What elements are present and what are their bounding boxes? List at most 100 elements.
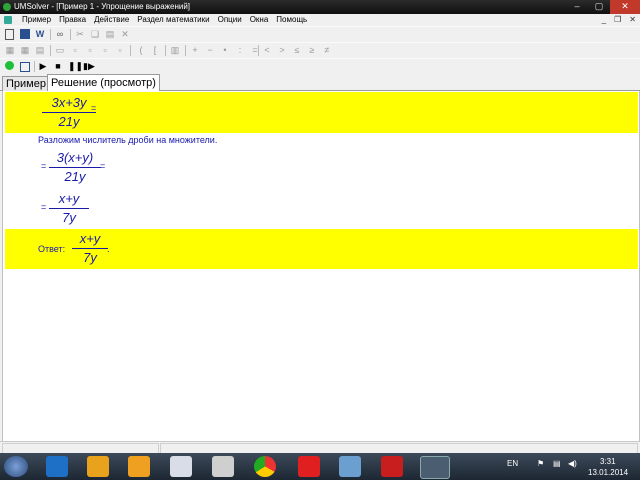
answer-fraction: x+y 7y <box>72 230 108 267</box>
minus-button[interactable]: − <box>205 45 215 55</box>
fraction-denominator: 7y <box>83 250 97 265</box>
stop-icon[interactable]: ■ <box>53 61 63 71</box>
cut-icon[interactable]: ✂ <box>75 29 85 39</box>
clock-date[interactable]: 13.01.2014 <box>588 468 628 477</box>
paint-icon[interactable] <box>339 456 361 477</box>
yandex-icon[interactable] <box>298 456 320 477</box>
menu-windows[interactable]: Окна <box>246 15 273 24</box>
fraction-numerator: 3x+3y <box>51 95 87 110</box>
play-icon[interactable]: ▶ <box>38 61 48 71</box>
problem-band <box>5 92 638 133</box>
menu-bar: Пример Правка Действие Раздел математики… <box>0 14 640 26</box>
minimize-button[interactable]: – <box>566 0 588 14</box>
volume-icon[interactable]: ◀) <box>568 459 577 468</box>
fraction-numerator: x+y <box>79 231 101 246</box>
divide-button[interactable]: : <box>235 45 245 55</box>
problem-fraction: 3x+3y 21y <box>42 94 96 131</box>
answer-label: Ответ: <box>38 244 66 254</box>
explanation-text: Разложим числитель дроби на множители. <box>38 135 218 145</box>
binoculars-icon[interactable]: ∞ <box>55 29 65 39</box>
stop-box-icon[interactable] <box>20 62 30 72</box>
restore-button[interactable]: ▢ <box>588 0 610 14</box>
menu-items: Пример Правка Действие Раздел математики… <box>18 15 311 24</box>
start-button-icon[interactable] <box>4 456 28 477</box>
window-title: UMSolver - [Пример 1 - Упрощение выражен… <box>14 2 191 11</box>
step-icon[interactable]: ▮▶ <box>83 61 95 71</box>
pdf-reader-icon[interactable] <box>381 456 403 477</box>
mdi-minimize-button[interactable]: _ <box>602 15 606 24</box>
sum-icon[interactable]: ▫ <box>115 45 125 55</box>
solution-view: 3x+3y 21y = Разложим числитель дроби на … <box>2 91 640 441</box>
tab-example[interactable]: Пример <box>2 76 50 91</box>
taskbar: EN ⚑ ▤ ◀) 3:31 13.01.2014 <box>0 453 640 480</box>
media-player-icon[interactable] <box>128 456 150 477</box>
matrix-icon[interactable]: ▦ <box>20 45 30 55</box>
fraction-numerator: x+y <box>58 191 80 206</box>
greater-button[interactable]: > <box>277 45 287 55</box>
flag-icon[interactable]: ⚑ <box>537 459 544 468</box>
new-doc-icon[interactable] <box>5 29 14 40</box>
paste-icon[interactable]: ▤ <box>105 29 115 39</box>
fraction-numerator: 3(x+y) <box>56 150 94 165</box>
reduced-fraction: x+y 7y <box>49 190 89 227</box>
copy-icon[interactable]: ❏ <box>90 29 100 39</box>
umsolver-task-icon[interactable] <box>420 456 450 479</box>
pause-icon[interactable]: ❚❚ <box>68 61 83 71</box>
list-icon[interactable]: ▥ <box>170 45 180 55</box>
plus-button[interactable]: + <box>190 45 200 55</box>
menu-math-section[interactable]: Раздел математики <box>133 15 213 24</box>
title-bar: UMSolver - [Пример 1 - Упрощение выражен… <box>0 0 640 14</box>
toolbar-main: W ∞ ✂ ❏ ▤ ✕ <box>0 26 640 43</box>
notepad-icon[interactable] <box>212 456 234 477</box>
ie-browser-icon[interactable] <box>46 456 68 477</box>
multiply-button[interactable]: • <box>220 45 230 55</box>
menu-help[interactable]: Помощь <box>272 15 311 24</box>
grid-icon[interactable]: ▦ <box>5 45 15 55</box>
mdi-close-button[interactable]: ✕ <box>629 15 636 24</box>
fraction-denominator: 7y <box>62 210 76 225</box>
app-icon <box>3 3 11 11</box>
fraction-icon[interactable]: ▭ <box>55 45 65 55</box>
equals-sign: = <box>100 161 106 171</box>
word-icon[interactable]: W <box>35 29 45 39</box>
less-button[interactable]: < <box>262 45 272 55</box>
menu-example[interactable]: Пример <box>18 15 55 24</box>
mdi-controls: _ ❐ ✕ <box>602 15 636 24</box>
equals-sign: = <box>41 202 47 212</box>
close-button[interactable]: ✕ <box>610 0 640 14</box>
calculator-app-icon[interactable] <box>170 456 192 477</box>
tab-solution-view[interactable]: Решение (просмотр) <box>47 74 160 92</box>
root-icon[interactable]: ▫ <box>85 45 95 55</box>
tab-bar: Пример Решение (просмотр) <box>0 74 640 92</box>
bracket-button[interactable]: [ <box>150 45 160 55</box>
equals-sign: = <box>91 103 97 113</box>
fraction-denominator: 21y <box>58 114 80 129</box>
greater-equal-button[interactable]: ≥ <box>307 45 317 55</box>
period-mark: . <box>107 244 110 254</box>
not-equal-button[interactable]: ≠ <box>322 45 332 55</box>
factored-fraction: 3(x+y) 21y <box>49 149 101 186</box>
menu-options[interactable]: Опции <box>214 15 246 24</box>
power-icon[interactable]: ▫ <box>70 45 80 55</box>
chrome-icon[interactable] <box>254 456 276 477</box>
language-indicator[interactable]: EN <box>507 459 518 468</box>
clock-time[interactable]: 3:31 <box>600 457 616 466</box>
less-equal-button[interactable]: ≤ <box>292 45 302 55</box>
table-icon[interactable]: ▤ <box>35 45 45 55</box>
delete-icon[interactable]: ✕ <box>120 29 130 39</box>
status-circle-icon <box>5 61 14 70</box>
window-controls: – ▢ ✕ <box>566 0 640 14</box>
document-icon <box>4 16 12 24</box>
equals-sign: = <box>41 161 47 171</box>
menu-action[interactable]: Действие <box>90 15 133 24</box>
network-icon[interactable]: ▤ <box>553 459 561 468</box>
calculator-icon[interactable] <box>20 29 30 39</box>
paren-button[interactable]: ( <box>136 45 146 55</box>
toolbar-math: ▦ ▦ ▤ ▭ ▫ ▫ ▫ ▫ ( [ ▥ + − • : = < > ≤ ≥ … <box>0 42 640 59</box>
menu-edit[interactable]: Правка <box>55 15 90 24</box>
folder-icon[interactable] <box>87 456 109 477</box>
toolbar-run: ▶ ■ ❚❚ ▮▶ <box>0 58 640 75</box>
index-icon[interactable]: ▫ <box>100 45 110 55</box>
fraction-denominator: 21y <box>64 169 86 184</box>
mdi-restore-button[interactable]: ❐ <box>614 15 621 24</box>
